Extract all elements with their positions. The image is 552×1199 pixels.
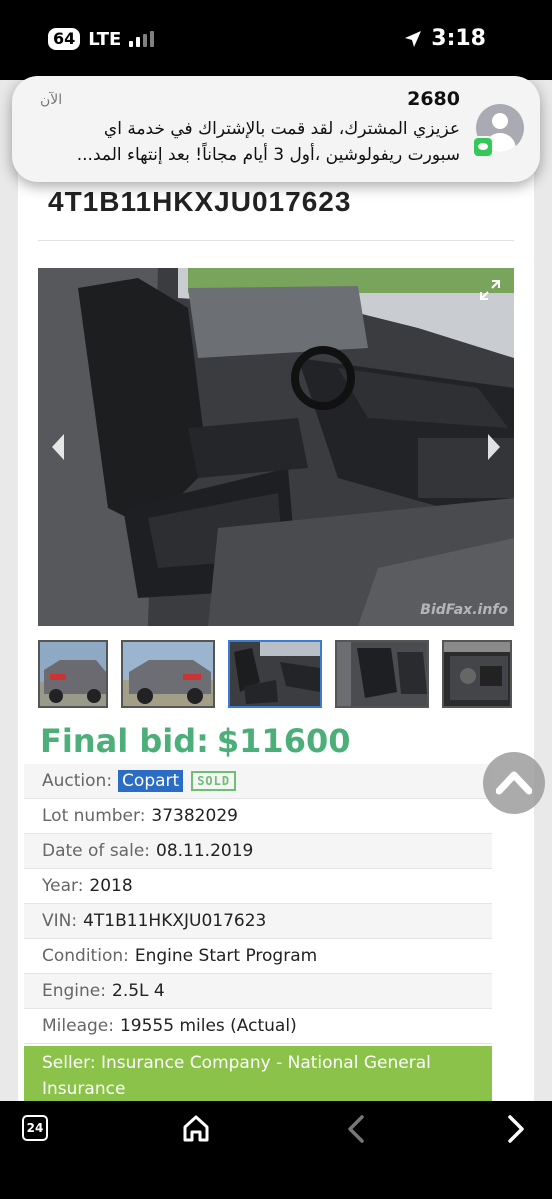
condition-value: Engine Start Program [134,946,318,966]
seller-label: Seller: [42,1053,96,1073]
notification-time: الآن [40,92,63,108]
seller-bar: Seller: Insurance Company - National Gen… [24,1046,492,1102]
detail-row-engine: Engine: 2.5L 4 [24,974,492,1009]
final-bid-label: Final bid: [40,722,209,760]
vin-value: 4T1B11HKXJU017623 [83,911,267,931]
detail-row-date: Date of sale: 08.11.2019 [24,834,492,869]
detail-row-lot: Lot number: 37382029 [24,799,492,834]
chevron-right-icon[interactable] [504,1113,528,1145]
status-badge: 64 [48,28,81,50]
scroll-top-button[interactable] [483,752,545,814]
notification-body: عزيزي المشترك، لقد قمت بالإشتراك في خدمة… [60,116,460,168]
status-bar: 64 LTE 3:18 [0,0,552,80]
notification-line: سبورت ريفولوشين ،أول 3 أيام مجاناً! بعد … [76,145,460,165]
chevron-left-icon[interactable] [48,432,68,462]
signal-icon [129,31,155,47]
chevron-left-icon[interactable] [344,1113,368,1145]
notification-line: عزيزي المشترك، لقد قمت بالإشتراك في خدمة… [103,119,460,139]
auction-label: Auction: [42,771,113,791]
expand-icon[interactable] [478,278,502,302]
year-label: Year: [42,876,84,896]
detail-row-auction: Auction: Copart SOLD [24,764,492,799]
thumbnail-strip [38,640,516,708]
detail-row-vin: VIN: 4T1B11HKXJU017623 [24,904,492,939]
tabs-icon[interactable]: 24 [22,1115,48,1141]
year-value: 2018 [89,876,133,896]
thumbnail[interactable] [121,640,215,708]
main-photo[interactable]: BidFax.info [38,268,514,626]
detail-row-mileage: Mileage: 19555 miles (Actual) [24,1009,492,1044]
page-title: 4T1B11HKXJU017623 [48,186,352,217]
status-time: 3:18 [431,26,486,51]
date-value: 08.11.2019 [156,841,254,861]
auction-link[interactable]: Copart [118,770,184,792]
notification-title: 2680 [407,88,460,110]
detail-row-year: Year: 2018 [24,869,492,904]
date-label: Date of sale: [42,841,151,861]
watermark: BidFax.info [420,602,508,618]
thumbnail[interactable] [442,640,512,708]
mileage-value: 19555 miles (Actual) [119,1016,297,1036]
location-arrow-icon [405,30,422,47]
thumbnail[interactable] [335,640,429,708]
car-interior-image [38,268,514,626]
mileage-label: Mileage: [42,1016,114,1036]
final-bid: Final bid: $11600 [40,722,350,760]
browser-toolbar: 24 [0,1101,552,1199]
lot-value: 37382029 [151,806,238,826]
condition-label: Condition: [42,946,129,966]
lot-label: Lot number: [42,806,146,826]
status-badge: SOLD [191,771,237,791]
messages-app-icon [472,136,494,158]
vin-label: VIN: [42,911,78,931]
detail-row-condition: Condition: Engine Start Program [24,939,492,974]
details-table: Auction: Copart SOLD Lot number: 3738202… [24,764,492,1102]
thumbnail-active[interactable] [228,640,322,708]
network-label: LTE [88,28,122,50]
chevron-up-icon [496,771,532,795]
divider [38,240,514,241]
home-icon[interactable] [182,1113,210,1143]
notification-banner[interactable]: 2680 الآن عزيزي المشترك، لقد قمت بالإشتر… [12,76,540,182]
final-bid-value: $11600 [216,722,351,760]
engine-label: Engine: [42,981,106,1001]
seller-value: Insurance Company - National General Ins… [42,1053,431,1099]
engine-value: 2.5L 4 [112,981,165,1001]
thumbnail[interactable] [38,640,108,708]
chevron-right-icon[interactable] [484,432,504,462]
